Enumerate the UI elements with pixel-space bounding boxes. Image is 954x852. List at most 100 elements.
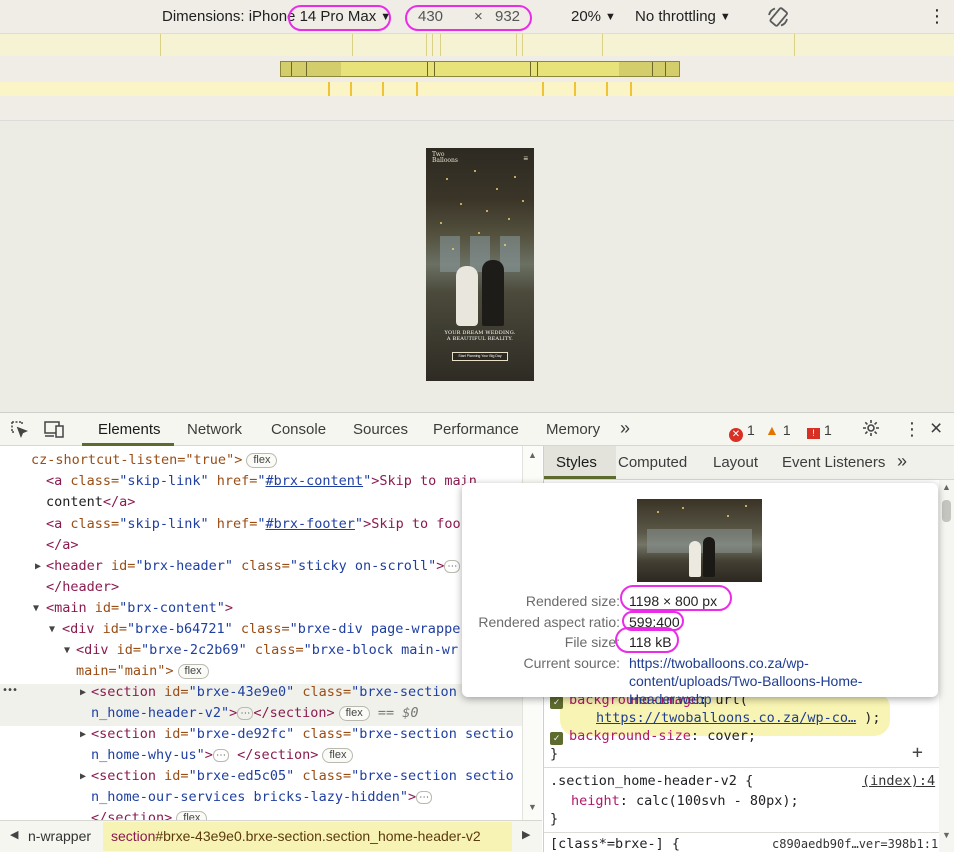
inspect-element-button[interactable]	[9, 419, 29, 443]
tab-memory[interactable]: Memory	[546, 421, 600, 438]
tree-node-section-services[interactable]: <section id="brxe-ed5c05" class="brxe-se…	[91, 766, 514, 787]
breadcrumb-item-selected[interactable]: section#brxe-43e9e0.brxe-section.section…	[103, 822, 512, 851]
settings-button[interactable]	[861, 418, 881, 442]
rule-source-link[interactable]: (index):4	[862, 771, 935, 792]
mq-row-min-max[interactable]	[280, 61, 680, 77]
tree-node-skip-link-main-cont[interactable]: content</a>	[46, 492, 135, 513]
tree-node-section-why-us[interactable]: <section id="brxe-de92fc" class="brxe-se…	[91, 724, 514, 745]
breadcrumb-item[interactable]: n-wrapper	[28, 828, 91, 844]
rule-source-link[interactable]: c890aedb90f…ver=398b1:1	[772, 834, 938, 852]
tab-styles[interactable]: Styles	[556, 454, 597, 471]
image-thumbnail	[637, 499, 762, 582]
height-input[interactable]: 932	[495, 8, 520, 25]
mq-row-min-width[interactable]	[0, 82, 954, 96]
tree-node-section-why-us-cont[interactable]: n_home-why-us"> ⋯ </section> flex	[91, 745, 354, 766]
collapsed-content-icon[interactable]: ⋯	[444, 560, 461, 573]
more-subtabs-button[interactable]: »	[897, 451, 907, 472]
collapsed-content-icon[interactable]: ⋯	[237, 707, 254, 720]
css-url-link[interactable]: https://twoballoons.co.za/wp-co…	[596, 710, 856, 726]
tree-node-section-header-cont[interactable]: n_home-header-v2"> ⋯ </section> flex == $0	[91, 703, 419, 724]
close-icon[interactable]: ×	[930, 417, 942, 441]
breadcrumb-scroll-left-icon[interactable]: ◀	[10, 828, 18, 841]
scroll-up-icon[interactable]: ▲	[942, 482, 951, 492]
mq-tick	[427, 62, 428, 76]
tree-node-close-section[interactable]: </section> flex	[91, 808, 208, 820]
zoom-selector[interactable]: 20% ▼	[571, 8, 616, 25]
scroll-down-icon[interactable]: ▼	[528, 802, 537, 812]
flex-badge[interactable]: flex	[322, 748, 354, 763]
tab-elements[interactable]: Elements	[98, 421, 161, 438]
flex-badge[interactable]: flex	[177, 664, 209, 679]
confetti	[504, 244, 506, 246]
expand-triangle-icon[interactable]: ▶	[80, 771, 86, 782]
tree-node-main[interactable]: <main id="brx-content">	[46, 598, 233, 619]
more-options-icon[interactable]: ⋮	[903, 419, 921, 440]
flex-badge[interactable]: flex	[176, 811, 208, 820]
issues-count[interactable]: ! 1	[807, 422, 832, 439]
attr-link[interactable]: #brx-content	[266, 473, 364, 489]
throttling-selector[interactable]: No throttling ▼	[635, 8, 731, 25]
checkbox[interactable]: ✓	[550, 696, 563, 709]
scroll-down-icon[interactable]: ▼	[942, 830, 951, 840]
current-source-url[interactable]: https://twoballoons.co.za/wp-content/upl…	[629, 654, 929, 708]
collapsed-content-icon[interactable]: ⋯	[416, 791, 433, 804]
tree-node-skip-link-footer[interactable]: <a class="skip-link" href="#brx-footer">…	[46, 514, 461, 535]
phone-preview[interactable]: Two Balloons ≡ YOUR DREAM WEDDING. A BEA…	[426, 148, 534, 381]
flex-badge[interactable]: flex	[338, 706, 370, 721]
tree-node-main-wrapper[interactable]: <div id="brxe-2c2b69" class="brxe-block …	[76, 640, 458, 661]
error-count[interactable]: ✕ 1	[729, 422, 755, 442]
tree-node-close-a[interactable]: </a>	[46, 535, 79, 556]
tree-node-header[interactable]: <header id="brx-header" class="sticky on…	[46, 556, 461, 577]
attr-link[interactable]: #brx-footer	[266, 516, 355, 532]
rule-selector-header-v2[interactable]: .section_home-header-v2 {	[550, 771, 753, 792]
tree-node-skip-link-main[interactable]: <a class="skip-link" href="#brx-content"…	[46, 471, 477, 492]
confetti	[460, 203, 462, 205]
expand-triangle-icon[interactable]: ▶	[80, 687, 86, 698]
tree-node-close-header[interactable]: </header>	[46, 577, 119, 598]
expand-triangle-icon[interactable]: ▶	[35, 561, 41, 572]
tag-text: <a	[46, 473, 63, 489]
collapsed-content-icon[interactable]: ⋯	[212, 749, 229, 762]
more-tabs-button[interactable]: »	[620, 418, 630, 439]
tab-event-listeners[interactable]: Event Listeners	[782, 454, 885, 471]
attr-text: main="main">	[76, 663, 174, 679]
collapse-triangle-icon[interactable]: ▼	[33, 603, 39, 614]
tree-node-page-wrapper[interactable]: <div id="brxe-b64721" class="brxe-div pa…	[62, 619, 460, 640]
flex-badge[interactable]: flex	[246, 453, 278, 468]
gutter-dots-icon[interactable]: •••	[2, 685, 18, 696]
device-selector[interactable]: Dimensions: iPhone 14 Pro Max ▼	[162, 8, 391, 25]
collapse-triangle-icon[interactable]: ▼	[49, 624, 55, 635]
width-input[interactable]: 430	[418, 8, 443, 25]
tree-node-body-attrs[interactable]: cz-shortcut-listen="true"> flex	[31, 450, 278, 471]
style-decl-height[interactable]: height: calc(100svh - 80px);	[571, 791, 799, 812]
tree-node-section-services-cont[interactable]: n_home-our-services bricks-lazy-hidden">…	[91, 787, 433, 808]
scroll-up-icon[interactable]: ▲	[528, 450, 537, 460]
rule-selector-brxe[interactable]: [class*=brxe-] {	[550, 834, 680, 852]
styles-scrollbar[interactable]: ▲ ▼	[939, 480, 954, 852]
attr-value: "skip-link"	[119, 516, 209, 532]
tree-node-main-wrapper-cont[interactable]: main="main"> flex	[76, 661, 209, 682]
device-name: Dimensions: iPhone 14 Pro Max	[162, 8, 377, 25]
mq-row-max-width[interactable]	[0, 34, 954, 56]
tab-computed[interactable]: Computed	[618, 454, 687, 471]
collapse-triangle-icon[interactable]: ▼	[64, 645, 70, 656]
breadcrumb-scroll-right-icon[interactable]: ▶	[522, 828, 530, 841]
more-options-icon[interactable]: ⋮	[928, 6, 946, 27]
add-rule-icon[interactable]: +	[912, 742, 923, 763]
tab-performance[interactable]: Performance	[433, 421, 519, 438]
window-shape	[440, 236, 460, 272]
cta-button[interactable]: Start Planning Your Big Day	[452, 352, 508, 361]
tab-network[interactable]: Network	[187, 421, 242, 438]
hamburger-menu-icon[interactable]: ≡	[523, 154, 528, 163]
tab-layout[interactable]: Layout	[713, 454, 758, 471]
tree-node-section-header[interactable]: <section id="brxe-43e9e0" class="brxe-se…	[91, 682, 457, 703]
warning-count[interactable]: ▲ 1	[765, 422, 791, 438]
scroll-thumb[interactable]	[942, 500, 951, 522]
style-decl-background-size[interactable]: ✓ background-size: cover;	[550, 726, 756, 747]
expand-triangle-icon[interactable]: ▶	[80, 729, 86, 740]
tab-sources[interactable]: Sources	[353, 421, 408, 438]
rotate-button[interactable]	[766, 5, 790, 33]
tab-console[interactable]: Console	[271, 421, 326, 438]
device-toggle-button[interactable]	[43, 419, 65, 443]
site-logo[interactable]: Two Balloons	[432, 152, 458, 164]
